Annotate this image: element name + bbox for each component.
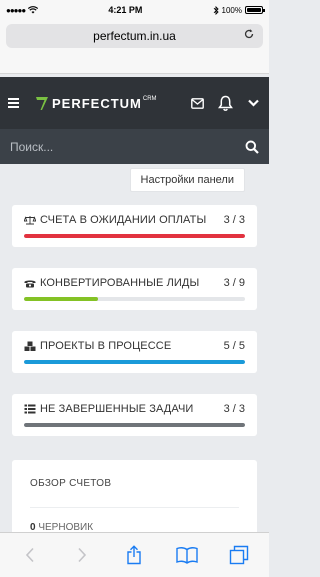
bookmarks-button[interactable] xyxy=(175,543,199,567)
card-title: КОНВЕРТИРОВАННЫЕ ЛИДЫ xyxy=(40,277,200,289)
menu-icon[interactable] xyxy=(8,98,19,108)
tabs-button[interactable] xyxy=(227,543,251,567)
book-icon xyxy=(175,547,198,564)
url-text: perfectum.in.ua xyxy=(93,29,176,43)
card-count: 3 / 3 xyxy=(223,214,245,226)
progress-bar xyxy=(24,297,245,301)
overview-title: ОБЗОР СЧЕТОВ xyxy=(30,478,112,489)
share-button[interactable] xyxy=(122,543,146,567)
list-icon xyxy=(24,404,36,414)
stat-card-invoices[interactable]: СЧЕТА В ОЖИДАНИИ ОПЛАТЫ 3 / 3 xyxy=(12,205,257,247)
stat-card-tasks[interactable]: НЕ ЗАВЕРШЕННЫЕ ЗАДАЧИ 3 / 3 xyxy=(12,394,257,436)
cubes-icon xyxy=(24,341,36,351)
signal-icon: ●●●●● xyxy=(6,5,26,15)
card-title: ПРОЕКТЫ В ПРОЦЕССЕ xyxy=(40,340,172,352)
phone-icon xyxy=(24,280,36,287)
scales-icon xyxy=(24,216,36,225)
card-title: НЕ ЗАВЕРШЕННЫЕ ЗАДАЧИ xyxy=(40,403,194,415)
battery-icon xyxy=(245,6,265,14)
chevron-down-icon[interactable] xyxy=(245,95,261,111)
card-title: СЧЕТА В ОЖИДАНИИ ОПЛАТЫ xyxy=(40,214,207,226)
chevron-right-icon xyxy=(78,547,87,563)
card-count: 5 / 5 xyxy=(223,340,245,352)
brand-name: PERFECTUM xyxy=(52,95,142,111)
search-icon[interactable] xyxy=(245,140,259,154)
app-header: PERFECTUM CRM xyxy=(0,77,269,129)
browser-toolbar xyxy=(0,532,269,577)
logo-mark-icon xyxy=(36,97,48,110)
browser-chrome: perfectum.in.ua xyxy=(0,18,269,74)
dashboard-content: Настройки панели СЧЕТА В ОЖИДАНИИ ОПЛАТЫ… xyxy=(0,164,269,532)
back-button[interactable] xyxy=(18,543,42,567)
progress-bar xyxy=(24,360,245,364)
card-count: 3 / 3 xyxy=(223,403,245,415)
stat-card-leads[interactable]: КОНВЕРТИРОВАННЫЕ ЛИДЫ 3 / 9 xyxy=(12,268,257,310)
invoice-overview-panel: ОБЗОР СЧЕТОВ 0 ЧЕРНОВИК xyxy=(12,460,257,532)
search-input[interactable] xyxy=(10,139,245,154)
stat-card-projects[interactable]: ПРОЕКТЫ В ПРОЦЕССЕ 5 / 5 xyxy=(12,331,257,373)
search-bar xyxy=(0,129,269,164)
divider xyxy=(30,507,239,508)
draft-label: ЧЕРНОВИК xyxy=(38,522,94,532)
brand-suffix: CRM xyxy=(142,96,157,102)
logo[interactable]: PERFECTUM CRM xyxy=(35,95,157,111)
wifi-icon xyxy=(28,6,39,14)
draft-count: 0 xyxy=(30,522,36,532)
panel-settings-button[interactable]: Настройки панели xyxy=(129,168,245,192)
tabs-icon xyxy=(229,545,249,565)
clock: 4:21 PM xyxy=(108,5,143,15)
progress-bar xyxy=(24,423,245,427)
bell-icon[interactable] xyxy=(217,95,233,111)
mail-icon[interactable] xyxy=(189,95,205,111)
address-bar[interactable]: perfectum.in.ua xyxy=(6,24,263,48)
chevron-left-icon xyxy=(26,547,34,563)
bluetooth-icon xyxy=(213,5,219,15)
progress-bar xyxy=(24,234,245,238)
reload-icon[interactable] xyxy=(243,28,255,40)
card-count: 3 / 9 xyxy=(223,277,245,289)
status-bar: ●●●●● 4:21 PM 100% xyxy=(0,0,269,20)
overview-draft-item[interactable]: 0 ЧЕРНОВИК xyxy=(30,522,239,532)
battery-percent: 100% xyxy=(221,5,242,15)
share-icon xyxy=(127,545,142,565)
forward-button[interactable] xyxy=(70,543,94,567)
